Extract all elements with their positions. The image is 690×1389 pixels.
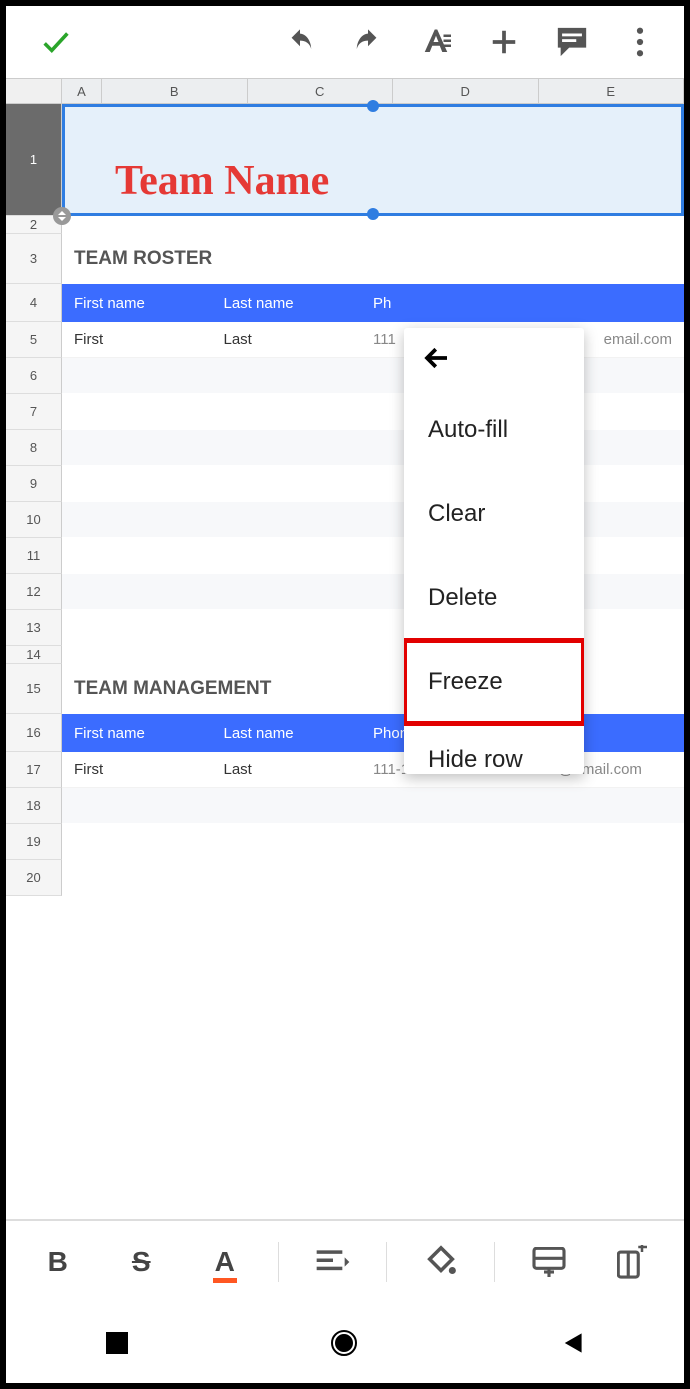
empty-row[interactable] <box>62 430 684 466</box>
undo-icon[interactable] <box>280 22 320 62</box>
context-menu-autofill[interactable]: Auto-fill <box>404 388 584 472</box>
row-headers: 1 2 3 4 5 6 7 8 9 10 11 12 13 14 15 16 1… <box>6 104 62 896</box>
roster-th-last: Last name <box>224 295 374 312</box>
col-header-d[interactable]: D <box>393 79 539 103</box>
roster-table-row[interactable]: First Last 111 email.com <box>62 322 684 358</box>
empty-row[interactable] <box>62 788 684 824</box>
roster-table-header: First name Last name Ph <box>62 284 684 322</box>
accept-check-icon[interactable] <box>36 22 76 62</box>
empty-row[interactable] <box>62 394 684 430</box>
col-header-e[interactable]: E <box>539 79 685 103</box>
mgmt-td-first: First <box>74 761 224 778</box>
context-menu-delete[interactable]: Delete <box>404 556 584 640</box>
insert-column-button[interactable] <box>602 1237 662 1287</box>
management-table-row[interactable]: First Last 111-111-1111 email@email.com <box>62 752 684 788</box>
nav-recent-icon[interactable] <box>106 1332 128 1354</box>
management-table-header: First name Last name Phone Email <box>62 714 684 752</box>
row-header-11[interactable]: 11 <box>6 538 62 574</box>
comment-icon[interactable] <box>552 22 592 62</box>
row-header-20[interactable]: 20 <box>6 860 62 896</box>
context-menu-back-icon[interactable] <box>404 328 584 388</box>
spreadsheet-area: A B C D E 1 2 3 4 5 6 7 8 9 10 11 12 13 … <box>6 78 684 896</box>
row-header-9[interactable]: 9 <box>6 466 62 502</box>
toolbar-divider <box>494 1242 495 1282</box>
roster-td-last: Last <box>224 331 374 348</box>
row-header-15[interactable]: 15 <box>6 664 62 714</box>
plus-icon[interactable] <box>484 22 524 62</box>
roster-th-first: First name <box>74 295 224 312</box>
toolbar-divider <box>278 1242 279 1282</box>
col-header-a[interactable]: A <box>62 79 102 103</box>
text-format-icon[interactable] <box>416 22 456 62</box>
context-menu-freeze[interactable]: Freeze <box>404 640 584 724</box>
align-button[interactable] <box>303 1237 363 1287</box>
fill-color-button[interactable] <box>411 1237 471 1287</box>
context-menu: Auto-fill Clear Delete Freeze Hide row <box>404 328 584 774</box>
section-roster-title: TEAM ROSTER <box>62 234 684 284</box>
system-nav-bar <box>6 1303 684 1383</box>
font-color-button[interactable]: A <box>195 1237 255 1287</box>
nav-home-icon[interactable] <box>329 1328 359 1358</box>
column-headers: A B C D E <box>6 78 684 104</box>
redo-icon[interactable] <box>348 22 388 62</box>
row-header-14[interactable]: 14 <box>6 646 62 664</box>
mgmt-th-first: First name <box>74 725 224 742</box>
selection-handle-top[interactable] <box>367 100 379 112</box>
empty-row[interactable] <box>62 610 684 646</box>
toolbar-divider <box>386 1242 387 1282</box>
empty-row[interactable] <box>62 538 684 574</box>
mgmt-th-last: Last name <box>224 725 374 742</box>
bold-button[interactable]: B <box>28 1237 88 1287</box>
col-header-b[interactable]: B <box>102 79 248 103</box>
empty-row[interactable] <box>62 466 684 502</box>
empty-row[interactable] <box>62 502 684 538</box>
selection-handle-bottom[interactable] <box>367 208 379 220</box>
strikethrough-button[interactable]: S <box>111 1237 171 1287</box>
row-header-18[interactable]: 18 <box>6 788 62 824</box>
row-header-13[interactable]: 13 <box>6 610 62 646</box>
roster-th-phone: Ph <box>373 295 523 312</box>
row-header-1[interactable]: 1 <box>6 104 62 216</box>
row-header-5[interactable]: 5 <box>6 322 62 358</box>
more-vert-icon[interactable] <box>620 22 660 62</box>
row-header-8[interactable]: 8 <box>6 430 62 466</box>
empty-row[interactable] <box>62 358 684 394</box>
context-menu-clear[interactable]: Clear <box>404 472 584 556</box>
roster-td-first: First <box>74 331 224 348</box>
mgmt-td-last: Last <box>224 761 374 778</box>
row-header-10[interactable]: 10 <box>6 502 62 538</box>
corner-cell[interactable] <box>6 79 62 103</box>
row-header-3[interactable]: 3 <box>6 234 62 284</box>
nav-back-icon[interactable] <box>560 1331 584 1355</box>
selected-row-1[interactable]: Team Name <box>62 104 684 216</box>
section-management-title: TEAM MANAGEMENT <box>62 664 684 714</box>
row-header-17[interactable]: 17 <box>6 752 62 788</box>
row-header-19[interactable]: 19 <box>6 824 62 860</box>
row-header-12[interactable]: 12 <box>6 574 62 610</box>
sheet-content[interactable]: Team Name TEAM ROSTER First name Last na… <box>62 104 684 896</box>
format-toolbar: B S A <box>6 1219 684 1303</box>
top-toolbar <box>6 6 684 78</box>
row-resize-handle[interactable] <box>53 207 71 225</box>
row-header-4[interactable]: 4 <box>6 284 62 322</box>
insert-row-button[interactable] <box>519 1237 579 1287</box>
empty-row[interactable] <box>62 574 684 610</box>
row-header-6[interactable]: 6 <box>6 358 62 394</box>
row-header-16[interactable]: 16 <box>6 714 62 752</box>
context-menu-hide-row[interactable]: Hide row <box>404 724 584 774</box>
row-header-7[interactable]: 7 <box>6 394 62 430</box>
title-cell[interactable]: Team Name <box>115 157 329 205</box>
